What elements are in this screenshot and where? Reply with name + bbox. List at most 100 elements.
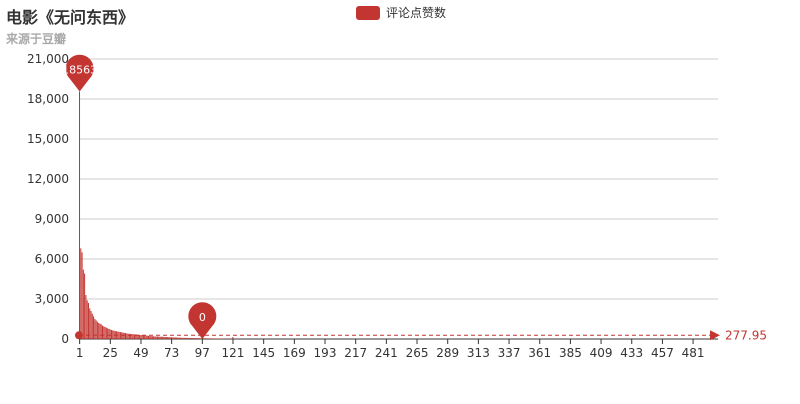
bar xyxy=(162,337,163,339)
bar xyxy=(179,338,180,339)
chart-container: 电影《无问东西》 来源于豆瓣 评论点赞数 03,0006,0009,00012,… xyxy=(0,0,800,400)
x-tick-label: 289 xyxy=(436,346,459,360)
bar xyxy=(154,336,155,339)
x-tick-label: 1 xyxy=(76,346,84,360)
bar xyxy=(82,252,83,339)
bar xyxy=(165,337,166,339)
y-tick-label: 6,000 xyxy=(35,252,69,266)
legend-label: 评论点赞数 xyxy=(386,4,446,21)
bar xyxy=(128,334,129,339)
x-tick-label: 481 xyxy=(682,346,705,360)
bar xyxy=(124,333,125,339)
bar xyxy=(203,338,204,339)
bar xyxy=(153,336,154,339)
x-tick-label: 313 xyxy=(467,346,490,360)
bar xyxy=(89,308,90,339)
x-tick-label: 409 xyxy=(590,346,613,360)
bar xyxy=(130,334,131,339)
bar xyxy=(216,338,217,339)
legend[interactable]: 评论点赞数 xyxy=(356,4,446,21)
y-tick-label: 9,000 xyxy=(35,212,69,226)
bar xyxy=(134,334,135,339)
bar xyxy=(144,335,145,339)
bar xyxy=(208,338,209,339)
x-tick-label: 145 xyxy=(252,346,275,360)
bar xyxy=(92,314,93,339)
bar xyxy=(120,332,121,339)
bar xyxy=(198,338,199,339)
bar xyxy=(168,337,169,339)
bar xyxy=(99,324,100,339)
bar xyxy=(97,322,98,339)
y-tick-label: 0 xyxy=(61,332,69,346)
bar xyxy=(190,338,191,339)
bar xyxy=(158,337,159,339)
x-tick-label: 457 xyxy=(651,346,674,360)
bar xyxy=(174,337,175,339)
x-tick-label: 433 xyxy=(620,346,643,360)
x-tick-label: 169 xyxy=(283,346,306,360)
x-tick-label: 337 xyxy=(498,346,521,360)
bar xyxy=(91,311,92,339)
bar xyxy=(106,328,107,339)
bar xyxy=(143,335,144,339)
bar xyxy=(80,248,81,339)
bar xyxy=(157,337,158,339)
bar xyxy=(200,338,201,339)
bar xyxy=(102,326,103,339)
bar-chart-svg: 03,0006,0009,00012,00015,00018,00021,000… xyxy=(0,0,800,400)
bar xyxy=(170,337,171,339)
bar xyxy=(79,91,80,339)
bar xyxy=(110,329,111,339)
bar xyxy=(167,337,168,339)
bar xyxy=(94,319,95,339)
legend-swatch xyxy=(356,6,380,20)
bar xyxy=(108,329,109,339)
x-tick-label: 265 xyxy=(406,346,429,360)
bar xyxy=(188,338,189,339)
y-tick-label: 12,000 xyxy=(27,172,69,186)
bar xyxy=(101,324,102,339)
bar xyxy=(206,338,207,339)
bar xyxy=(160,337,161,339)
markpoint-label: 0 xyxy=(199,311,206,324)
bar xyxy=(87,300,88,339)
bar xyxy=(211,338,212,339)
bar xyxy=(214,338,215,339)
bar xyxy=(83,270,84,339)
bar xyxy=(197,338,198,339)
bar xyxy=(199,338,200,339)
bar xyxy=(133,334,134,339)
bar xyxy=(107,328,108,339)
bar xyxy=(195,338,196,339)
bar xyxy=(186,338,187,339)
chart-title: 电影《无问东西》 xyxy=(6,4,134,28)
x-tick-label: 25 xyxy=(103,346,118,360)
markpoint-label: 18563 xyxy=(62,63,97,76)
bar xyxy=(119,332,120,339)
bar xyxy=(129,334,130,339)
bar xyxy=(232,337,233,339)
bar xyxy=(191,338,192,339)
bar xyxy=(111,330,112,339)
bar xyxy=(84,274,85,339)
bar xyxy=(184,338,185,339)
bar xyxy=(147,336,148,339)
markline-label: 277.95 xyxy=(725,328,767,342)
bar xyxy=(126,333,127,339)
bar xyxy=(140,335,141,339)
bar xyxy=(176,338,177,339)
bar xyxy=(122,333,123,339)
y-tick-label: 18,000 xyxy=(27,92,69,106)
bar xyxy=(163,337,164,339)
bar xyxy=(88,303,89,339)
x-tick-label: 217 xyxy=(344,346,367,360)
bar xyxy=(172,337,173,339)
x-tick-label: 97 xyxy=(195,346,210,360)
bar xyxy=(189,338,190,339)
bar xyxy=(181,338,182,339)
bar xyxy=(98,323,99,339)
x-tick-label: 385 xyxy=(559,346,582,360)
bar xyxy=(148,336,149,339)
bar xyxy=(185,338,186,339)
